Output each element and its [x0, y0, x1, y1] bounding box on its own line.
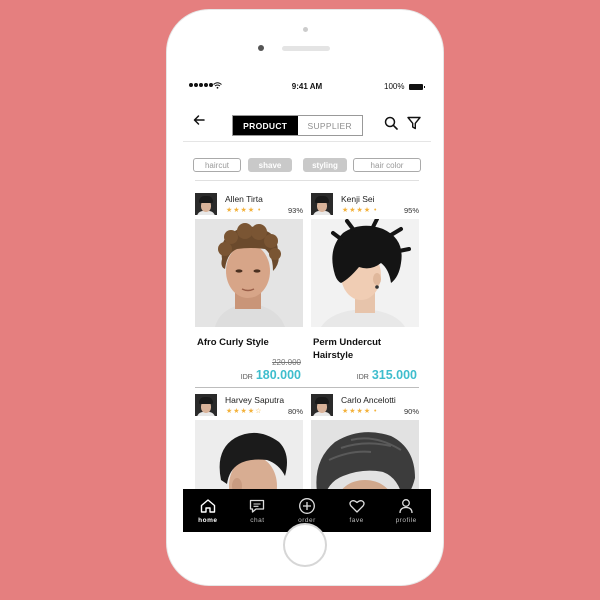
tab-product[interactable]: PRODUCT	[233, 116, 298, 135]
home-button[interactable]	[283, 523, 327, 567]
app-screen: 9:41 AM 100% PRODUCT SUPPLIER haircut sh…	[183, 80, 431, 532]
seller-row: Carlo Ancelotti ★★★★ • 90%	[311, 392, 419, 418]
category-chips: haircut shave styling hair color	[183, 152, 431, 172]
earpiece-speaker	[282, 46, 330, 51]
avatar	[195, 193, 217, 215]
divider	[195, 180, 419, 181]
tab-label: fave	[349, 517, 364, 524]
price-row: IDR 315.000	[357, 368, 417, 382]
tab-chat[interactable]: chat	[233, 489, 283, 532]
heart-icon	[348, 500, 365, 513]
chip-shave[interactable]: shave	[248, 158, 292, 172]
battery-percent: 100%	[384, 82, 405, 91]
star-rating-icon: ★★★★ •	[342, 207, 378, 214]
back-arrow-icon[interactable]	[193, 114, 205, 128]
tab-home[interactable]: home	[183, 489, 233, 532]
proximity-sensor	[303, 27, 308, 32]
product-image[interactable]	[195, 219, 303, 327]
order-plus-icon	[299, 498, 315, 514]
avatar	[195, 394, 217, 416]
avatar	[311, 394, 333, 416]
product-title: Afro Curly Style	[197, 337, 269, 348]
star-rating-icon: ★★★★ •	[226, 207, 262, 214]
seller-name: Kenji Sei	[341, 194, 375, 204]
phone-frame: 9:41 AM 100% PRODUCT SUPPLIER haircut sh…	[167, 10, 443, 585]
tab-label: chat	[250, 517, 265, 524]
rating-percent: 95%	[403, 206, 419, 215]
chip-haircut[interactable]: haircut	[193, 158, 241, 172]
chip-hair-color[interactable]: hair color	[353, 158, 421, 172]
price-row: IDR 180.000	[241, 368, 301, 382]
divider	[195, 387, 419, 388]
product-image[interactable]	[311, 219, 419, 327]
rating-percent: 90%	[403, 407, 419, 416]
tab-label: profile	[395, 517, 417, 524]
seller-name: Carlo Ancelotti	[341, 395, 396, 405]
currency: IDR	[240, 374, 253, 381]
tab-profile[interactable]: profile	[381, 489, 431, 532]
filter-icon[interactable]	[407, 116, 421, 130]
tab-label: home	[198, 517, 218, 524]
price: 315.000	[371, 368, 417, 382]
top-nav: PRODUCT SUPPLIER	[183, 104, 431, 142]
seller-name: Harvey Saputra	[225, 395, 285, 405]
rating-percent: 80%	[287, 407, 303, 416]
search-icon[interactable]	[384, 116, 398, 130]
profile-icon	[399, 499, 413, 514]
rating-percent: 93%	[287, 206, 303, 215]
seller-row: Harvey Saputra ★★★★☆ 80%	[195, 392, 303, 418]
original-price: 220.000	[272, 358, 301, 367]
product-title: Perm Undercut Hairstyle	[313, 337, 382, 361]
price: 180.000	[255, 368, 301, 382]
front-camera	[258, 45, 264, 51]
tab-supplier[interactable]: SUPPLIER	[297, 116, 362, 135]
tab-fave[interactable]: fave	[332, 489, 382, 532]
star-rating-icon: ★★★★ •	[342, 408, 378, 415]
chip-styling[interactable]: styling	[303, 158, 347, 172]
seller-row: Allen Tirta ★★★★ • 93%	[195, 191, 303, 217]
home-icon	[200, 499, 215, 513]
currency: IDR	[356, 374, 369, 381]
avatar	[311, 193, 333, 215]
seller-name: Allen Tirta	[225, 194, 263, 204]
star-rating-icon: ★★★★☆	[226, 408, 263, 415]
product-supplier-toggle: PRODUCT SUPPLIER	[232, 115, 363, 136]
seller-row: Kenji Sei ★★★★ • 95%	[311, 191, 419, 217]
chat-icon	[250, 499, 265, 513]
battery-icon	[409, 84, 425, 90]
status-bar: 9:41 AM 100%	[183, 80, 431, 98]
